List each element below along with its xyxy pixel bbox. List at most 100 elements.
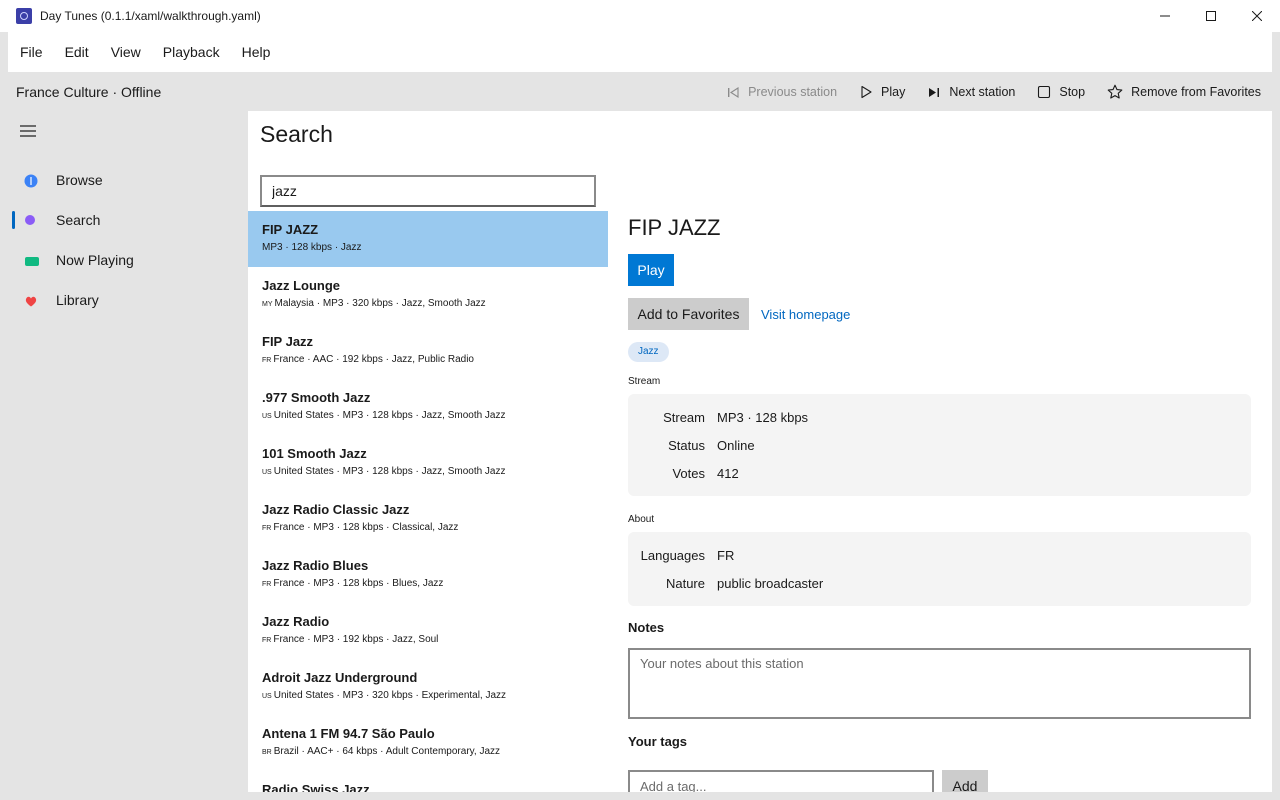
skip-next-icon: [929, 87, 940, 97]
now-playing-icon: [25, 257, 39, 266]
result-name: Jazz Lounge: [262, 278, 341, 293]
result-meta-text: MP3 · 128 kbps · Jazz: [262, 242, 362, 253]
search-input[interactable]: [260, 175, 596, 207]
result-item[interactable]: FIP Jazz FR France · AAC · 192 kbps · Jazz…: [248, 323, 608, 379]
result-meta-text: France · AAC · 192 kbps · Jazz, Public R…: [273, 354, 474, 365]
nature-key: Nature: [665, 576, 705, 591]
result-item[interactable]: Radio Swiss Jazz: [248, 771, 608, 792]
about-section-label: About: [628, 514, 655, 525]
result-item[interactable]: Jazz Lounge MY Malaysia · MP3 · 320 kbps ·…: [248, 267, 608, 323]
country-code: US: [262, 413, 272, 420]
skip-previous-icon: [728, 86, 739, 98]
playback-toolbar: France Culture · Offline Previous statio…: [8, 72, 1272, 111]
sidebar-item-label: Search: [56, 212, 101, 228]
result-meta-text: Brazil · AAC+ · 64 kbps · Adult Contempo…: [273, 746, 501, 757]
notes-textarea[interactable]: [628, 648, 1251, 719]
menu-playback[interactable]: Playback: [153, 32, 230, 72]
result-meta: US United States · MP3 · 320 kbps · Exper…: [262, 690, 594, 701]
stop-icon: [1038, 85, 1051, 98]
result-item[interactable]: Adroit Jazz Underground US United States ·…: [248, 659, 608, 715]
sidebar-item-label: Browse: [56, 172, 103, 188]
sidebar-item-search[interactable]: Search: [8, 202, 248, 238]
window-controls: [1142, 0, 1280, 32]
menu-help[interactable]: Help: [232, 32, 281, 72]
country-code: FR: [262, 357, 272, 364]
country-code: FR: [262, 581, 272, 588]
votes-value: 412: [717, 466, 739, 481]
star-icon: [1107, 84, 1123, 99]
result-name: .977 Smooth Jazz: [262, 390, 371, 405]
maximize-button[interactable]: [1188, 0, 1234, 32]
results-list[interactable]: FIP JAZZ MP3 · 128 kbps · Jazz Jazz Lounge…: [248, 211, 608, 792]
genre-tag-chip[interactable]: Jazz: [628, 342, 669, 362]
result-meta: FR France · MP3 · 192 kbps · Jazz, Soul: [262, 634, 594, 645]
result-meta: MY Malaysia · MP3 · 320 kbps · Jazz, Smoo…: [262, 298, 594, 309]
previous-station-label: Previous station: [748, 84, 838, 99]
menu-file[interactable]: File: [10, 32, 53, 72]
result-meta-text: France · MP3 · 192 kbps · Jazz, Soul: [273, 634, 439, 645]
station-title: FIP JAZZ: [628, 215, 721, 240]
result-meta: MP3 · 128 kbps · Jazz: [262, 242, 594, 253]
hamburger-menu-icon[interactable]: [20, 123, 36, 139]
result-name: FIP Jazz: [262, 334, 314, 349]
result-name: Jazz Radio Classic Jazz: [262, 502, 410, 517]
country-code: BR: [262, 749, 272, 756]
selection-indicator: [12, 211, 15, 229]
navigation-pane: Browse Search Now Playing Library: [8, 111, 248, 792]
result-name: 101 Smooth Jazz: [262, 446, 367, 461]
votes-key: Votes: [672, 466, 705, 481]
radio-app-icon: [16, 8, 32, 24]
stream-info-card: Stream MP3 · 128 kbps Status Online Vote…: [628, 394, 1251, 496]
search-icon: [25, 215, 35, 225]
play-toolbar-label: Play: [881, 84, 906, 99]
result-item[interactable]: Jazz Radio Blues FR France · MP3 · 128 kbp…: [248, 547, 608, 603]
result-meta-text: United States · MP3 · 320 kbps · Experim…: [273, 690, 507, 701]
result-meta-text: United States · MP3 · 128 kbps · Jazz, S…: [273, 466, 506, 477]
minimize-icon: [1160, 15, 1170, 17]
browse-icon: [24, 174, 38, 188]
result-item[interactable]: Jazz Radio Classic Jazz FR France · MP3 · …: [248, 491, 608, 547]
result-meta: FR France · MP3 · 128 kbps · Classical, J…: [262, 522, 594, 533]
result-item[interactable]: 101 Smooth Jazz US United States · MP3 · 1…: [248, 435, 608, 491]
add-tag-input[interactable]: [628, 770, 934, 792]
result-meta-text: France · MP3 · 128 kbps · Classical, Jaz…: [273, 522, 459, 533]
about-info-card: Languages FR Nature public broadcaster: [628, 532, 1251, 606]
languages-value: FR: [717, 548, 735, 563]
menu-edit[interactable]: Edit: [55, 32, 99, 72]
result-item[interactable]: Jazz Radio FR France · MP3 · 192 kbps · Ja…: [248, 603, 608, 659]
result-item[interactable]: .977 Smooth Jazz US United States · MP3 · …: [248, 379, 608, 435]
visit-homepage-link[interactable]: Visit homepage: [761, 307, 850, 322]
now-playing-status: France Culture · Offline: [16, 83, 162, 100]
add-tag-button[interactable]: Add: [942, 770, 988, 792]
result-item[interactable]: Antena 1 FM 94.7 São Paulo BR Brazil · AAC…: [248, 715, 608, 771]
next-station-label: Next station: [949, 84, 1016, 99]
country-code: US: [262, 693, 272, 700]
result-meta: FR France · AAC · 192 kbps · Jazz, Public…: [262, 354, 594, 365]
menu-view[interactable]: View: [101, 32, 151, 72]
country-code: FR: [262, 637, 272, 644]
play-button[interactable]: Play: [628, 254, 674, 286]
sidebar-item-browse[interactable]: Browse: [8, 162, 248, 198]
sidebar-item-label: Now Playing: [56, 252, 134, 268]
next-station-button[interactable]: Next station: [916, 72, 1026, 111]
close-button[interactable]: [1234, 0, 1280, 32]
toolbar-actions: Previous station Play Next station Stop …: [715, 72, 1272, 111]
menu-bar: File Edit View Playback Help: [8, 32, 1272, 72]
sidebar-item-library[interactable]: Library: [8, 282, 248, 318]
stop-button[interactable]: Stop: [1026, 72, 1096, 111]
result-name: Jazz Radio: [262, 614, 330, 629]
your-tags-heading: Your tags: [628, 734, 687, 749]
sidebar-item-now-playing[interactable]: Now Playing: [8, 242, 248, 278]
previous-station-button[interactable]: Previous station: [715, 72, 848, 111]
remove-from-favorites-button[interactable]: Remove from Favorites: [1096, 72, 1272, 111]
play-toolbar-button[interactable]: Play: [848, 72, 916, 111]
languages-key: Languages: [640, 548, 705, 563]
result-meta: US United States · MP3 · 128 kbps · Jazz,…: [262, 466, 594, 477]
result-name: FIP JAZZ: [262, 222, 319, 237]
result-item[interactable]: FIP JAZZ MP3 · 128 kbps · Jazz: [248, 211, 608, 267]
result-meta: FR France · MP3 · 128 kbps · Blues, Jazz: [262, 578, 594, 589]
add-to-favorites-button[interactable]: Add to Favorites: [628, 298, 749, 330]
country-code: MY: [262, 301, 273, 308]
minimize-button[interactable]: [1142, 0, 1188, 32]
stream-key: Stream: [663, 410, 705, 425]
